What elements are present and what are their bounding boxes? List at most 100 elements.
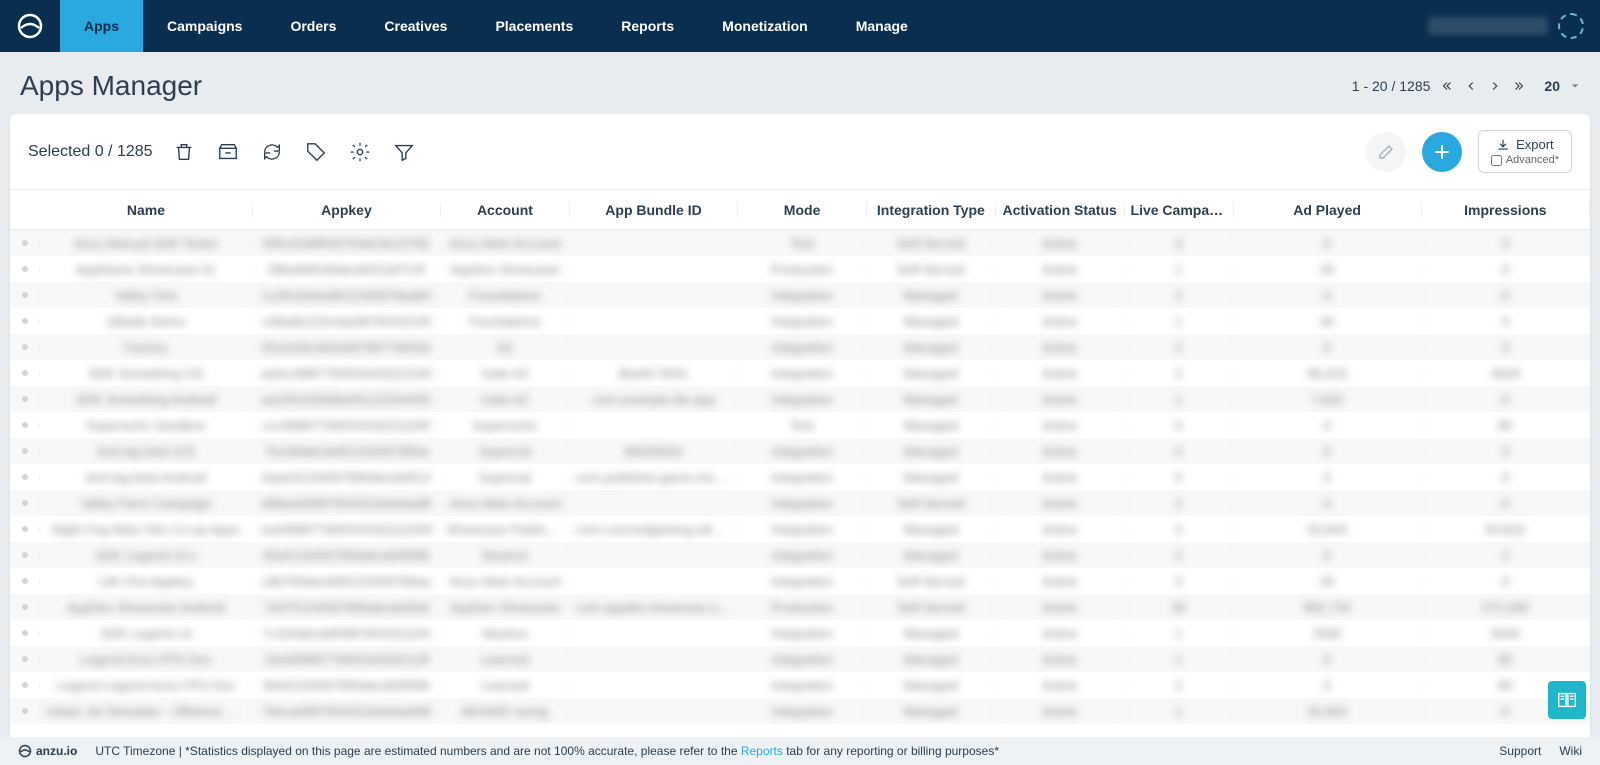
cell-activation: Active [996, 470, 1125, 485]
edit-button[interactable] [1366, 132, 1406, 172]
col-integration[interactable]: Integration Type [867, 202, 996, 218]
add-button[interactable] [1422, 132, 1462, 172]
row-select[interactable] [10, 474, 40, 480]
col-appkey[interactable]: Appkey [253, 202, 441, 218]
col-name[interactable]: Name [40, 202, 253, 218]
table-row[interactable]: Life Cha Appkeyc8b790abcdef0123456789aaA… [10, 568, 1590, 594]
row-select[interactable] [10, 552, 40, 558]
row-select[interactable] [10, 318, 40, 324]
table-row[interactable]: 1Blade Democ08adb123c4ae987654321f0Found… [10, 308, 1590, 334]
pager-prev-icon[interactable] [1464, 79, 1478, 93]
table-row[interactable]: AppDev Showcase Android7e97f1234567890ab… [10, 594, 1590, 620]
user-menu[interactable] [1412, 13, 1600, 39]
cell-name: Factory [40, 340, 253, 355]
nav-tab-campaigns[interactable]: Campaigns [143, 0, 266, 52]
table-row[interactable]: Supersonic Sandboxccc9988776655443322110… [10, 412, 1590, 438]
archive-icon[interactable] [217, 141, 239, 163]
cell-impressions: 0 [1422, 574, 1590, 589]
pager-last-icon[interactable] [1512, 79, 1526, 93]
cell-appkey: 76eca0987654321fedcba098 [253, 704, 441, 719]
cell-activation: Active [996, 366, 1125, 381]
advanced-label: Advanced* [1506, 154, 1559, 166]
col-adplayed[interactable]: Ad Played [1234, 202, 1422, 218]
pager-first-icon[interactable] [1440, 79, 1454, 93]
cell-activation: Active [996, 678, 1125, 693]
nav-tab-creatives[interactable]: Creatives [360, 0, 471, 52]
row-select[interactable] [10, 656, 40, 662]
col-account[interactable]: Account [441, 202, 570, 218]
table-row[interactable]: Urban Jet Simulator - Offshore Arctic76e… [10, 698, 1590, 724]
cell-account: MGAM3 racing [441, 704, 570, 719]
table-row[interactable]: Night Fog Wars Sim Co-op Appscee99887766… [10, 516, 1590, 542]
table-row[interactable]: Legend Anzu FPS Dev10e699887766554433221… [10, 646, 1590, 672]
cell-adplayed: 96,023 [1234, 366, 1422, 381]
footer-reports-link[interactable]: Reports [741, 744, 783, 758]
tag-icon[interactable] [305, 141, 327, 163]
table-row[interactable]: SDK Something OSaa0cc9887766554433221100… [10, 360, 1590, 386]
footer-brand[interactable]: anzu.io [36, 744, 77, 758]
table-row[interactable]: SDK Legend v3.x80ef1234567890abcdef0998N… [10, 542, 1590, 568]
table-row[interactable]: AppName Showcase 0108ba9dfc00abcdef12ef7… [10, 256, 1590, 282]
row-select[interactable] [10, 396, 40, 402]
footer-support-link[interactable]: Support [1499, 744, 1541, 758]
table-row[interactable]: SDK Legend v37c104abcdef0987654321100Neu… [10, 620, 1590, 646]
nav-tab-orders[interactable]: Orders [266, 0, 360, 52]
row-select[interactable] [10, 500, 40, 506]
cell-live: 2 [1125, 678, 1234, 693]
filter-icon[interactable] [393, 141, 415, 163]
row-select[interactable] [10, 422, 40, 428]
col-mode[interactable]: Mode [738, 202, 867, 218]
col-activation[interactable]: Activation Status [996, 202, 1125, 218]
table-row[interactable]: Legend Legend Anzu FPS Dev80ef1234567890… [10, 672, 1590, 698]
row-select[interactable] [10, 604, 40, 610]
advanced-checkbox-wrap[interactable]: Advanced* [1491, 154, 1559, 166]
nav-tab-manage[interactable]: Manage [832, 0, 932, 52]
col-bundle[interactable]: App Bundle ID [570, 202, 738, 218]
nav-tab-monetization[interactable]: Monetization [698, 0, 832, 52]
pager-next-icon[interactable] [1488, 79, 1502, 93]
table-row[interactable]: Anti-lag beta iOS7fce98abcdef01234567890… [10, 438, 1590, 464]
row-select[interactable] [10, 266, 40, 272]
row-select[interactable] [10, 370, 40, 376]
col-live[interactable]: Live Campaigns [1125, 202, 1234, 218]
table-row[interactable]: Factory0f1e2d3c4b5a69788776655eAZIntegra… [10, 334, 1590, 360]
trash-icon[interactable] [173, 141, 195, 163]
cell-adplayed: 2560 [1234, 626, 1422, 641]
table-row[interactable]: Valley Farm Campaignd9bea00987654321fedc… [10, 490, 1590, 516]
footer-wiki-link[interactable]: Wiki [1559, 744, 1582, 758]
row-select[interactable] [10, 448, 40, 454]
cell-mode: Integration [738, 392, 867, 407]
nav-tab-reports[interactable]: Reports [597, 0, 698, 52]
nav-tab-placements[interactable]: Placements [471, 0, 597, 52]
row-select[interactable] [10, 630, 40, 636]
col-impressions[interactable]: Impressions [1422, 202, 1590, 218]
cell-adplayed: 0 [1234, 496, 1422, 511]
cell-mode: Integration [738, 288, 867, 303]
cell-mode: Integration [738, 574, 867, 589]
row-select[interactable] [10, 708, 40, 714]
cell-live: 1 [1125, 314, 1234, 329]
cell-mode: Integration [738, 522, 867, 537]
cell-name: Life Cha Appkey [40, 574, 253, 589]
row-select[interactable] [10, 682, 40, 688]
pager-size[interactable]: 20 [1544, 78, 1560, 94]
nav-tab-apps[interactable]: Apps [60, 0, 143, 52]
table-row[interactable]: SDK Something Androidaa1501028d9e0f11223… [10, 386, 1590, 412]
row-select[interactable] [10, 526, 40, 532]
settings-icon[interactable] [349, 141, 371, 163]
row-select[interactable] [10, 292, 40, 298]
export-button[interactable]: Export Advanced* [1478, 130, 1572, 173]
row-select[interactable] [10, 240, 40, 246]
row-select[interactable] [10, 578, 40, 584]
advanced-checkbox[interactable] [1491, 155, 1502, 166]
table-row[interactable]: Anti-lag beta Android0aae31234567890abcd… [10, 464, 1590, 490]
row-select[interactable] [10, 344, 40, 350]
brand-logo[interactable] [0, 0, 60, 52]
apps-table[interactable]: Name Appkey Account App Bundle ID Mode I… [10, 190, 1590, 742]
user-avatar-icon[interactable] [1558, 13, 1584, 39]
pager-size-dropdown-icon[interactable] [1570, 81, 1580, 91]
table-row[interactable]: Valley One1c2fe1b0ea9012345678aab0Founda… [10, 282, 1590, 308]
help-book-button[interactable] [1548, 681, 1586, 719]
refresh-icon[interactable] [261, 141, 283, 163]
table-row[interactable]: Anzu Manual SDK Testerf0Rc02d9R0675rkkOb… [10, 230, 1590, 256]
